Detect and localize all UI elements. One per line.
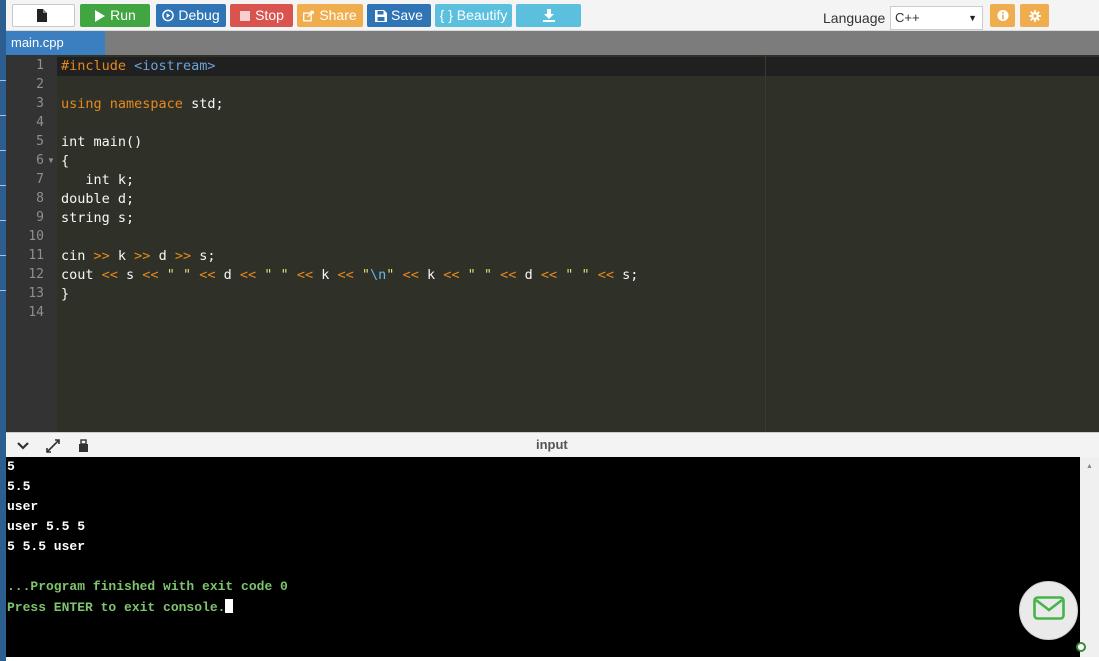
input-mode-icon[interactable] xyxy=(75,439,91,453)
line-number: 1 xyxy=(36,58,44,73)
chevron-down-icon[interactable] xyxy=(15,439,31,453)
settings-button[interactable] xyxy=(1020,4,1049,27)
line-number: 11 xyxy=(28,248,44,263)
exit-status-line: ...Program finished with exit code 0 xyxy=(7,579,288,594)
code-editor[interactable]: 1 2 3 4 5 6 ▼ 7 8 9 10 11 12 13 14 #incl… xyxy=(6,55,1099,432)
console-header: input xyxy=(6,432,1099,457)
console-line: user 5.5 5 xyxy=(7,519,86,534)
language-value: C++ xyxy=(895,10,920,25)
dropdown-caret-icon: ▼ xyxy=(968,13,977,23)
stop-button[interactable]: Stop xyxy=(230,4,293,27)
line-number: 8 xyxy=(36,191,44,206)
console-title: input xyxy=(536,437,568,452)
stop-icon xyxy=(239,9,251,23)
line-number: 14 xyxy=(28,305,44,320)
console-line: user xyxy=(7,499,39,514)
line-number: 5 xyxy=(36,134,44,149)
run-label: Run xyxy=(110,7,136,23)
feedback-message-button[interactable] xyxy=(1019,581,1078,640)
new-file-button[interactable] xyxy=(12,4,75,27)
expand-icon[interactable] xyxy=(45,439,61,453)
save-icon xyxy=(375,9,388,23)
print-margin xyxy=(765,55,766,432)
line-number: 2 xyxy=(36,77,44,92)
exit-prompt-line: Press ENTER to exit console. xyxy=(7,599,234,615)
line-number: 12 xyxy=(28,267,44,282)
console-line: 5.5 xyxy=(7,479,31,494)
code-line: cin >> k >> d >> s; xyxy=(61,248,216,264)
exit-prompt-text: Press ENTER to exit console. xyxy=(7,600,226,615)
download-icon xyxy=(542,9,555,23)
debug-button[interactable]: Debug xyxy=(156,4,226,27)
info-button[interactable] xyxy=(990,4,1015,27)
save-button[interactable]: Save xyxy=(367,4,431,27)
tab-main-cpp[interactable]: main.cpp xyxy=(6,31,105,55)
tab-bar: main.cpp xyxy=(6,31,1099,55)
code-line: } xyxy=(61,286,70,302)
line-number: 10 xyxy=(28,229,44,244)
line-number: 3 xyxy=(36,96,44,111)
code-line: cout << s << " " << d << " " << k << "\n… xyxy=(61,267,639,283)
scroll-up-arrow-icon[interactable]: ▲ xyxy=(1086,463,1093,470)
line-number: 6 xyxy=(36,153,44,168)
share-label: Share xyxy=(319,7,357,23)
code-line: { xyxy=(61,153,70,169)
share-button[interactable]: Share xyxy=(297,4,363,27)
beautify-label: { } Beautify xyxy=(439,7,508,23)
line-number-gutter: 1 2 3 4 5 6 ▼ 7 8 9 10 11 12 13 14 xyxy=(6,55,57,432)
code-line: using namespace std; xyxy=(61,96,224,112)
code-line: string s; xyxy=(61,210,135,226)
run-button[interactable]: Run xyxy=(80,4,150,27)
console-line: 5 5.5 user xyxy=(7,539,86,554)
gear-icon xyxy=(1028,9,1041,23)
debug-icon xyxy=(162,9,175,23)
share-icon xyxy=(303,9,315,23)
code-line: int k; xyxy=(61,172,135,188)
status-indicator-icon xyxy=(1076,642,1086,652)
info-icon xyxy=(996,9,1009,23)
fold-arrow-icon[interactable]: ▼ xyxy=(47,156,55,165)
beautify-button[interactable]: { } Beautify xyxy=(435,4,512,27)
code-line: #include <iostream> xyxy=(61,58,216,74)
envelope-icon xyxy=(1032,596,1065,625)
console-scrollbar[interactable]: ▲ xyxy=(1080,457,1099,657)
console-line: 5 xyxy=(7,459,15,474)
line-number: 7 xyxy=(36,172,44,187)
line-number: 9 xyxy=(36,210,44,225)
stop-label: Stop xyxy=(255,7,284,23)
text-cursor xyxy=(225,599,234,613)
play-icon xyxy=(94,9,106,23)
language-select[interactable]: C++ ▼ xyxy=(890,6,983,30)
console-output[interactable]: 5 5.5 user user 5.5 5 5 5.5 user ...Prog… xyxy=(6,457,1080,657)
line-number: 4 xyxy=(36,115,44,130)
code-line: int main() xyxy=(61,134,143,150)
file-icon xyxy=(36,9,48,23)
code-line: double d; xyxy=(61,191,135,207)
save-label: Save xyxy=(391,7,423,23)
language-label: Language xyxy=(823,10,886,26)
download-button[interactable] xyxy=(516,4,581,27)
debug-label: Debug xyxy=(178,7,220,23)
line-number: 13 xyxy=(28,286,44,301)
toolbar: Run Debug Stop Share Save { } Beautify L… xyxy=(6,0,1099,31)
